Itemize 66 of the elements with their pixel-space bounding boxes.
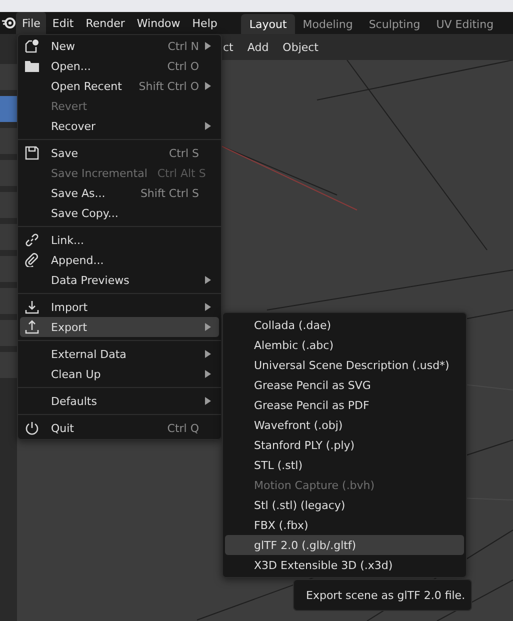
menu-bar-item[interactable]: Render <box>80 12 131 34</box>
paperclip-icon <box>25 253 39 267</box>
tool-icon[interactable] <box>0 352 17 378</box>
upload-icon <box>25 320 39 334</box>
menu-item[interactable]: Recover <box>20 116 219 136</box>
submenu-arrow-icon <box>205 303 211 311</box>
menu-item[interactable]: Open... Ctrl O <box>20 56 219 76</box>
submenu-arrow-icon <box>205 42 211 50</box>
menu-item[interactable]: Save Ctrl S <box>20 143 219 163</box>
tool-icon[interactable] <box>0 192 17 218</box>
menu-item[interactable]: X3D Extensible 3D (.x3d) <box>225 555 464 575</box>
submenu-arrow-icon <box>205 370 211 378</box>
menu-item[interactable]: Grease Pencil as PDF <box>225 395 464 415</box>
tool-icon[interactable] <box>0 320 17 346</box>
menu-item[interactable]: Quit Ctrl Q <box>20 418 219 438</box>
menu-item[interactable]: STL (.stl) <box>225 455 464 475</box>
menu-item[interactable]: Open Recent Shift Ctrl O <box>20 76 219 96</box>
tool-icon[interactable] <box>0 160 17 186</box>
menu-bar-item[interactable]: Edit <box>46 12 80 34</box>
tool-icon[interactable] <box>0 256 17 282</box>
new-file-icon <box>25 39 39 53</box>
menu-item[interactable]: Clean Up <box>20 364 219 384</box>
tool-icon[interactable] <box>0 96 17 122</box>
workspace-tab[interactable]: Layout <box>241 14 295 34</box>
menu-item[interactable]: Grease Pencil as SVG <box>225 375 464 395</box>
menu-bar-item[interactable]: Window <box>130 12 186 34</box>
submenu-arrow-icon <box>205 82 211 90</box>
menu-item[interactable]: Collada (.dae) <box>225 315 464 335</box>
menu-item[interactable]: Save Copy... <box>20 203 219 223</box>
menu-item[interactable]: Stl (.stl) (legacy) <box>225 495 464 515</box>
header-menu[interactable]: Add <box>240 40 276 54</box>
header-menu[interactable]: Object <box>276 40 326 54</box>
workspace-tab[interactable]: Modeling <box>294 14 361 34</box>
workspace-tab[interactable]: UV Editing <box>428 14 502 34</box>
power-icon <box>25 421 39 435</box>
menu-item[interactable]: FBX (.fbx) <box>225 515 464 535</box>
menu-bar-item[interactable]: File <box>16 12 46 34</box>
submenu-arrow-icon <box>205 276 211 284</box>
workspace-tab[interactable]: Sculpting <box>360 14 428 34</box>
menu-bar-item[interactable]: Help <box>186 12 224 34</box>
submenu-arrow-icon <box>205 122 211 130</box>
menu-item[interactable]: Stanford PLY (.ply) <box>225 435 464 455</box>
submenu-arrow-icon <box>205 397 211 405</box>
menu-item[interactable]: External Data <box>20 344 219 364</box>
menu-item[interactable]: Data Previews <box>20 270 219 290</box>
logo-icon[interactable] <box>2 16 16 30</box>
submenu-arrow-icon <box>205 323 211 331</box>
menu-item[interactable]: Import <box>20 297 219 317</box>
menu-item[interactable]: glTF 2.0 (.glb/.gltf) <box>225 535 464 555</box>
submenu-arrow-icon <box>205 350 211 358</box>
menu-item[interactable]: Export <box>20 317 219 337</box>
menu-item[interactable]: Wavefront (.obj) <box>225 415 464 435</box>
menu-item[interactable]: New Ctrl N <box>20 36 219 56</box>
link-icon <box>25 233 39 247</box>
tool-icon[interactable] <box>0 64 17 90</box>
download-icon <box>25 300 39 314</box>
menu-item[interactable]: Defaults <box>20 391 219 411</box>
tool-icon[interactable] <box>0 224 17 250</box>
menu-item[interactable]: Append... <box>20 250 219 270</box>
tool-icon[interactable] <box>0 288 17 314</box>
tooltip: Export scene as glTF 2.0 file. <box>293 579 472 611</box>
menu-item[interactable]: Save As... Shift Ctrl S <box>20 183 219 203</box>
tool-icon[interactable] <box>0 128 17 154</box>
menu-item[interactable]: Universal Scene Description (.usd*) <box>225 355 464 375</box>
menu-item[interactable]: Link... <box>20 230 219 250</box>
menu-item[interactable]: Alembic (.abc) <box>225 335 464 355</box>
